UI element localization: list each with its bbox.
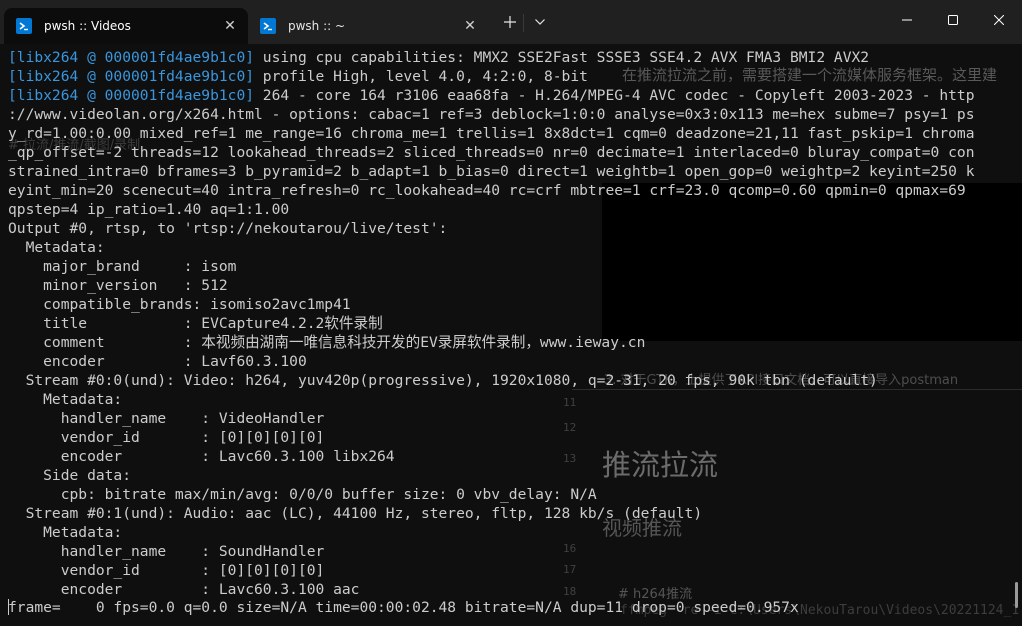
- progress-line: frame= 0 fps=0.0 q=0.0 size=N/A time=00:…: [8, 598, 799, 617]
- terminal-line: eyint_min=20 scenecut=40 intra_refresh=0…: [8, 181, 1008, 200]
- terminal-line: handler_name : SoundHandler: [8, 542, 1008, 561]
- maximize-icon: [948, 15, 958, 25]
- titlebar-divider: [523, 14, 524, 32]
- log-text: Stream #0:1(und): Audio: aac (LC), 44100…: [8, 505, 703, 522]
- terminal-line: vendor_id : [0][0][0][0]: [8, 428, 1008, 447]
- log-text: cpb: bitrate max/min/avg: 0/0/0 buffer s…: [8, 486, 597, 503]
- progress-text: frame= 0 fps=0.0 q=0.0 size=N/A time=00:…: [8, 599, 799, 616]
- close-icon[interactable]: ✕: [220, 16, 240, 36]
- new-tab-button[interactable]: [496, 8, 524, 36]
- terminal-line: title : EVCapture4.2.2软件录制: [8, 314, 1008, 333]
- terminal-line: [libx264 @ 000001fd4ae9b1c0] 264 - core …: [8, 86, 1008, 105]
- log-text: handler_name : SoundHandler: [8, 543, 325, 560]
- terminal-line: handler_name : VideoHandler: [8, 409, 1008, 428]
- log-text: title : EVCapture4.2.2软件录制: [8, 315, 383, 332]
- terminal-output[interactable]: [libx264 @ 000001fd4ae9b1c0] using cpu c…: [8, 48, 1008, 622]
- scrollbar[interactable]: [1012, 44, 1022, 626]
- log-text: encoder : Lavf60.3.100: [8, 353, 307, 370]
- terminal-line: Metadata:: [8, 390, 1008, 409]
- terminal-line: compatible_brands: isomiso2avc1mp41: [8, 295, 1008, 314]
- terminal-lines: [libx264 @ 000001fd4ae9b1c0] using cpu c…: [8, 48, 1008, 599]
- terminal-line: comment : 本视频由湖南一唯信息科技开发的EV录屏软件录制，www.ie…: [8, 333, 1008, 352]
- terminal-line: Side data:: [8, 466, 1008, 485]
- log-tag: [libx264 @ 000001fd4ae9b1c0]: [8, 87, 255, 104]
- title-bar: pwsh :: Videos ✕ pwsh :: ~ ✕: [0, 0, 1022, 44]
- log-text: 264 - core 164 r3106 eaa68fa - H.264/MPE…: [254, 87, 975, 104]
- log-text: qpstep=4 ip_ratio=1.40 aq=1:1.00: [8, 201, 290, 218]
- terminal-line: strained_intra=0 bframes=3 b_pyramid=2 b…: [8, 162, 1008, 181]
- terminal-line: [libx264 @ 000001fd4ae9b1c0] profile Hig…: [8, 67, 1008, 86]
- log-text: major_brand : isom: [8, 258, 237, 275]
- terminal-line: major_brand : isom: [8, 257, 1008, 276]
- tab-pwsh-home[interactable]: pwsh :: ~ ✕: [248, 8, 488, 44]
- powershell-icon: [16, 18, 32, 34]
- powershell-icon: [260, 18, 276, 34]
- log-text: y_rd=1.00:0.00 mixed_ref=1 me_range=16 c…: [8, 125, 975, 142]
- log-text: Metadata:: [8, 239, 105, 256]
- log-text: minor_version : 512: [8, 277, 228, 294]
- terminal-line: vendor_id : [0][0][0][0]: [8, 561, 1008, 580]
- minimize-icon: [902, 19, 912, 21]
- log-tag: [libx264 @ 000001fd4ae9b1c0]: [8, 49, 255, 66]
- log-text: vendor_id : [0][0][0][0]: [8, 429, 325, 446]
- log-text: strained_intra=0 bframes=3 b_pyramid=2 b…: [8, 163, 975, 180]
- terminal-line: _qp_offset=-2 threads=12 lookahead_threa…: [8, 143, 1008, 162]
- close-icon: [994, 15, 1004, 25]
- plus-icon: [504, 16, 516, 28]
- terminal-line: y_rd=1.00:0.00 mixed_ref=1 me_range=16 c…: [8, 124, 1008, 143]
- log-text: Metadata:: [8, 524, 123, 541]
- log-text: eyint_min=20 scenecut=40 intra_refresh=0…: [8, 182, 966, 199]
- terminal-line: Stream #0:0(und): Video: h264, yuv420p(p…: [8, 371, 1008, 390]
- tab-label: pwsh :: ~: [288, 19, 346, 33]
- log-text: Side data:: [8, 467, 132, 484]
- log-text: comment : 本视频由湖南一唯信息科技开发的EV录屏软件录制，www.ie…: [8, 334, 646, 351]
- chevron-down-icon: [535, 19, 545, 25]
- terminal-line: [libx264 @ 000001fd4ae9b1c0] using cpu c…: [8, 48, 1008, 67]
- log-text: Metadata:: [8, 391, 123, 408]
- terminal-line: encoder : Lavf60.3.100: [8, 352, 1008, 371]
- maximize-button[interactable]: [930, 0, 976, 40]
- terminal-line: qpstep=4 ip_ratio=1.40 aq=1:1.00: [8, 200, 1008, 219]
- minimize-button[interactable]: [884, 0, 930, 40]
- log-text: Stream #0:0(und): Video: h264, yuv420p(p…: [8, 372, 878, 389]
- log-text: encoder : Lavc60.3.100 aac: [8, 581, 360, 598]
- terminal-line: Metadata:: [8, 238, 1008, 257]
- log-text: vendor_id : [0][0][0][0]: [8, 562, 325, 579]
- terminal-line: ://www.videolan.org/x264.html - options:…: [8, 105, 1008, 124]
- terminal-line: encoder : Lavc60.3.100 libx264: [8, 447, 1008, 466]
- terminal-line: minor_version : 512: [8, 276, 1008, 295]
- close-window-button[interactable]: [976, 0, 1022, 40]
- tab-dropdown-button[interactable]: [526, 8, 554, 36]
- tab-label: pwsh :: Videos: [44, 19, 131, 33]
- log-tag: [libx264 @ 000001fd4ae9b1c0]: [8, 68, 255, 85]
- log-text: profile High, level 4.0, 4:2:0, 8-bit: [254, 68, 588, 85]
- log-text: encoder : Lavc60.3.100 libx264: [8, 448, 395, 465]
- close-icon[interactable]: ✕: [460, 16, 480, 36]
- log-text: Output #0, rtsp, to 'rtsp://nekoutarou/l…: [8, 220, 448, 237]
- log-text: compatible_brands: isomiso2avc1mp41: [8, 296, 351, 313]
- terminal-line: Stream #0:1(und): Audio: aac (LC), 44100…: [8, 504, 1008, 523]
- log-text: handler_name : VideoHandler: [8, 410, 325, 427]
- log-text: ://www.videolan.org/x264.html - options:…: [8, 106, 975, 123]
- tab-pwsh-videos[interactable]: pwsh :: Videos ✕: [4, 8, 248, 44]
- scrollbar-thumb[interactable]: [1015, 582, 1018, 608]
- terminal-line: Metadata:: [8, 523, 1008, 542]
- terminal-line: cpb: bitrate max/min/avg: 0/0/0 buffer s…: [8, 485, 1008, 504]
- terminal-line: Output #0, rtsp, to 'rtsp://nekoutarou/l…: [8, 219, 1008, 238]
- log-text: _qp_offset=-2 threads=12 lookahead_threa…: [8, 144, 975, 161]
- log-text: using cpu capabilities: MMX2 SSE2Fast SS…: [254, 49, 870, 66]
- terminal-line: encoder : Lavc60.3.100 aac: [8, 580, 1008, 599]
